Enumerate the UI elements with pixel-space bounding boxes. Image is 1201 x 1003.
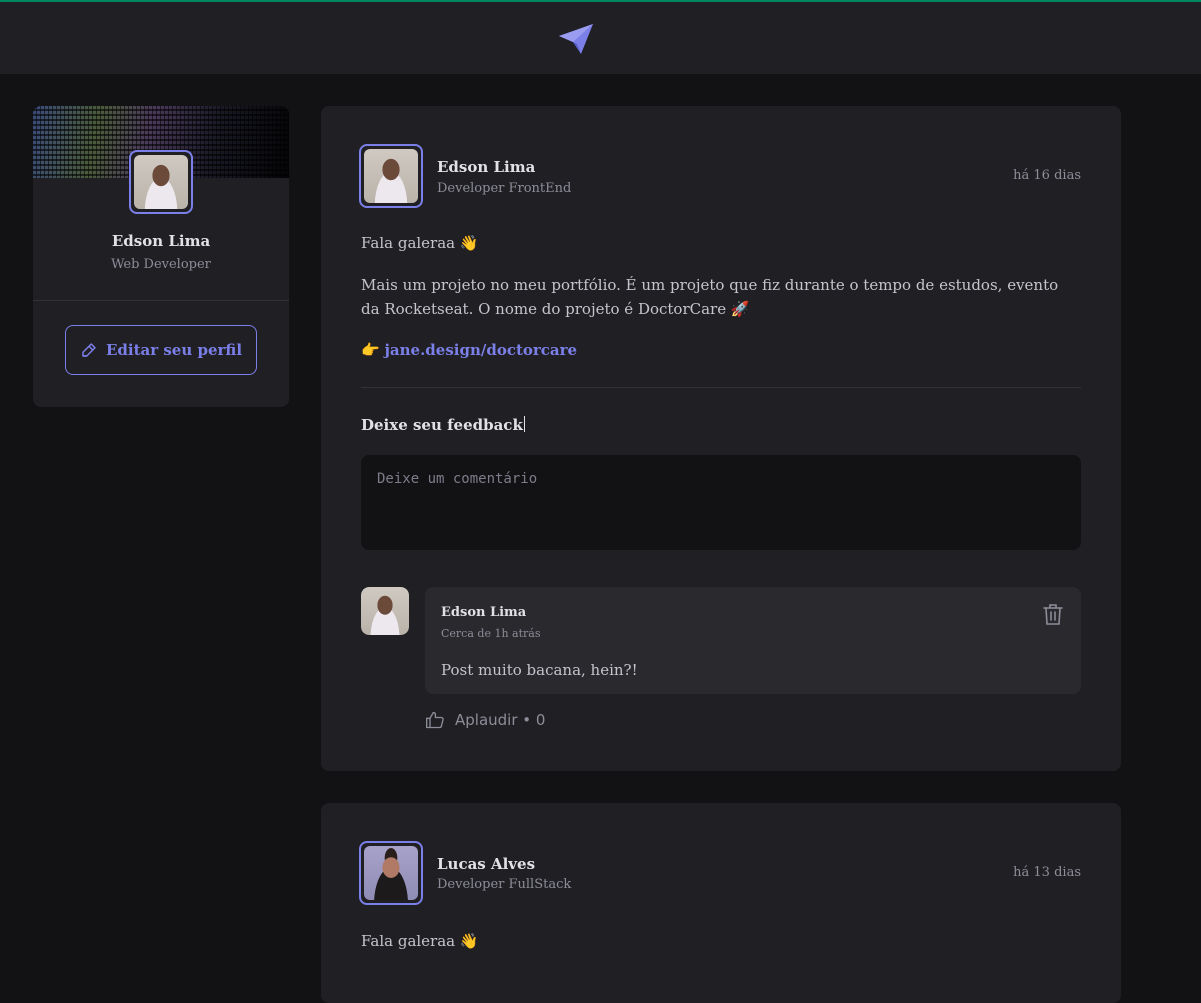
edit-profile-label: Editar seu perfil <box>105 341 243 359</box>
feedback-title: Deixe seu feedback <box>361 416 525 434</box>
comment-author-name: Edson Lima <box>441 605 527 620</box>
avatar-image <box>364 149 418 203</box>
paper-plane-logo-icon[interactable] <box>557 22 595 56</box>
post-author-role: Developer FrontEnd <box>437 181 572 196</box>
comment-time: Cerca de 1h atrás <box>441 627 541 640</box>
post-link-line: 👉 jane.design/doctorcare <box>361 341 577 359</box>
post-author-avatar[interactable] <box>359 841 423 905</box>
avatar-image <box>364 846 418 900</box>
avatar-image <box>361 587 409 635</box>
post-link[interactable]: jane.design/doctorcare <box>384 341 577 359</box>
post-greeting: Fala galeraa 👋 <box>361 932 479 950</box>
post-author-role: Developer FullStack <box>437 877 572 892</box>
divider <box>361 387 1081 388</box>
profile-avatar <box>129 150 193 214</box>
post-author-avatar[interactable] <box>359 144 423 208</box>
feedback-title-text: Deixe seu feedback <box>361 416 523 434</box>
edit-profile-button[interactable]: Editar seu perfil <box>65 325 257 375</box>
post-author-name: Edson Lima <box>437 158 536 176</box>
post-card: Edson Lima Developer FrontEnd há 16 dias… <box>321 106 1121 771</box>
post-time: há 13 dias <box>1013 865 1081 880</box>
comment-author-avatar[interactable] <box>361 587 409 635</box>
trash-icon[interactable] <box>1043 603 1063 625</box>
post-greeting: Fala galeraa 👋 <box>361 234 479 252</box>
top-bar <box>0 0 1201 74</box>
divider <box>33 300 289 301</box>
post-time: há 16 dias <box>1013 168 1081 183</box>
avatar-image <box>134 155 188 209</box>
applaud-label: Aplaudir • 0 <box>455 711 546 729</box>
comment-card: Edson Lima Cerca de 1h atrás Post muito … <box>425 587 1081 694</box>
pencil-icon <box>82 343 96 357</box>
comment-input[interactable] <box>361 455 1081 550</box>
post-body: Mais um projeto no meu portfólio. É um p… <box>361 276 1059 318</box>
applaud-button[interactable]: Aplaudir • 0 <box>425 710 545 730</box>
text-caret <box>523 416 525 432</box>
thumbs-up-icon <box>426 711 444 729</box>
pointing-hand-icon: 👉 <box>361 341 380 359</box>
profile-sidebar: Edson Lima Web Developer Editar seu perf… <box>33 106 289 407</box>
comment-text: Post muito bacana, hein?! <box>441 661 638 679</box>
post-author-name: Lucas Alves <box>437 855 536 873</box>
post-card: Lucas Alves Developer FullStack há 13 di… <box>321 803 1121 1003</box>
profile-role: Web Developer <box>111 257 211 272</box>
profile-name: Edson Lima <box>111 232 211 250</box>
